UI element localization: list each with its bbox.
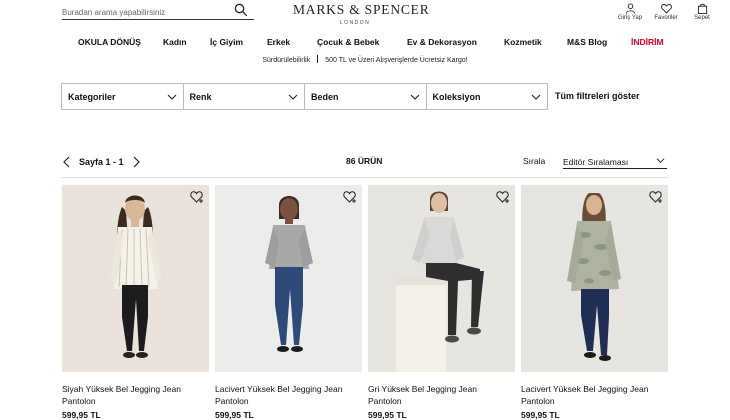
- nav-item-women[interactable]: Kadın: [163, 37, 187, 47]
- product-price: 599,95 TL: [215, 410, 254, 420]
- filter-size[interactable]: Beden: [305, 84, 427, 109]
- product-photo-woman-sitting-on-block: [368, 185, 515, 372]
- login-button[interactable]: Giriş Yap: [612, 3, 648, 21]
- nav-item-kids-baby[interactable]: Çocuk & Bebek: [317, 37, 379, 47]
- promo-sustainability-link[interactable]: Sürdürülebilirlik: [262, 57, 310, 64]
- user-icon: [625, 3, 635, 14]
- sort-select[interactable]: Editör Sıralaması: [563, 152, 667, 169]
- pagination: Sayfa 1 - 1: [62, 155, 141, 169]
- product-name[interactable]: Lacivert Yüksek Bel Jegging Jean Pantolo…: [521, 383, 661, 407]
- promo-divider: [317, 55, 319, 63]
- chevron-right-icon[interactable]: [132, 156, 141, 168]
- chevron-down-icon: [410, 94, 419, 100]
- page-indicator: Sayfa 1 - 1: [79, 157, 124, 167]
- product-image[interactable]: [368, 185, 515, 372]
- filter-label: Beden: [311, 92, 339, 102]
- product-card[interactable]: Gri Yüksek Bel Jegging Jean Pantolon 599…: [368, 185, 515, 420]
- nav-item-sale[interactable]: İNDİRİM: [631, 37, 664, 47]
- filter-bar: Kategoriler Renk Beden Koleksiyon: [61, 83, 548, 110]
- nav-item-home-decor[interactable]: Ev & Dekorasyon: [407, 37, 477, 47]
- show-all-filters-button[interactable]: Tüm filtreleri göster: [555, 91, 640, 101]
- product-count: 86 ÜRÜN: [346, 156, 383, 166]
- nav-item-men[interactable]: Erkek: [267, 37, 290, 47]
- brand-logo[interactable]: MARKS & SPENCER LONDON: [293, 2, 430, 26]
- nav-item-beauty[interactable]: Kozmetik: [504, 37, 542, 47]
- product-card[interactable]: Siyah Yüksek Bel Jegging Jean Pantolon 5…: [62, 185, 209, 420]
- chevron-down-icon: [656, 158, 665, 164]
- logo-text: MARKS & SPENCER: [293, 2, 430, 17]
- nav-item-back-to-school[interactable]: OKULA DÖNÜŞ: [78, 37, 141, 47]
- promo-shipping-text: 500 TL ve Üzeri Alışverişlerde Ücretsiz …: [325, 57, 468, 64]
- login-label: Giriş Yap: [617, 15, 643, 21]
- cart-button[interactable]: Sepet: [684, 3, 720, 21]
- bag-icon: [697, 3, 707, 14]
- product-price: 599,95 TL: [368, 410, 407, 420]
- product-image[interactable]: [215, 185, 362, 372]
- filter-label: Kategoriler: [68, 92, 116, 102]
- promo-bar: Sürdürülebilirlik 500 TL ve Üzeri Alışver…: [0, 55, 730, 64]
- chevron-down-icon: [288, 94, 298, 100]
- header-actions: Giriş Yap Favoriler Sepet: [600, 3, 730, 25]
- search-icon[interactable]: [234, 3, 248, 17]
- filter-label: Koleksiyon: [432, 92, 481, 102]
- product-name[interactable]: Gri Yüksek Bel Jegging Jean Pantolon: [368, 383, 508, 407]
- product-name[interactable]: Lacivert Yüksek Bel Jegging Jean Pantolo…: [215, 383, 355, 407]
- product-card[interactable]: Lacivert Yüksek Bel Jegging Jean Pantolo…: [521, 185, 668, 420]
- heart-icon: [660, 4, 672, 14]
- filter-label: Renk: [189, 92, 212, 102]
- toolbar-divider: [61, 177, 669, 178]
- filter-color[interactable]: Renk: [184, 84, 305, 109]
- search-input[interactable]: [62, 4, 232, 21]
- sort-value: Editör Sıralaması: [563, 157, 629, 167]
- product-price: 599,95 TL: [521, 410, 560, 420]
- nav-item-blog[interactable]: M&S Blog: [567, 37, 607, 47]
- product-name[interactable]: Siyah Yüksek Bel Jegging Jean Pantolon: [62, 383, 202, 407]
- nav-item-lingerie[interactable]: İç Giyim: [210, 37, 243, 47]
- search-bar: [62, 2, 254, 21]
- add-to-favorites-icon[interactable]: [343, 190, 357, 203]
- main-nav: OKULA DÖNÜŞ Kadın İç Giyim Erkek Çocuk &…: [0, 37, 730, 49]
- chevron-left-icon[interactable]: [62, 156, 71, 168]
- product-image[interactable]: [62, 185, 209, 372]
- favorites-label: Favoriler: [654, 15, 678, 21]
- cart-label: Sepet: [694, 15, 710, 21]
- product-photo-woman-striped-shirt: [62, 185, 209, 372]
- product-photo-woman-grey-sweater: [215, 185, 362, 372]
- add-to-favorites-icon[interactable]: [190, 190, 204, 203]
- filter-collection[interactable]: Koleksiyon: [427, 84, 548, 109]
- product-image[interactable]: [521, 185, 668, 372]
- logo-subtitle: LONDON: [339, 20, 371, 26]
- chevron-down-icon: [167, 94, 176, 100]
- filter-categories[interactable]: Kategoriler: [62, 84, 184, 109]
- chevron-down-icon: [531, 94, 541, 100]
- product-card[interactable]: Lacivert Yüksek Bel Jegging Jean Pantolo…: [215, 185, 362, 420]
- product-price: 599,95 TL: [62, 410, 101, 420]
- add-to-favorites-icon[interactable]: [496, 190, 510, 203]
- sort-label: Sırala: [523, 156, 546, 166]
- product-photo-woman-camo-top: [521, 185, 668, 372]
- add-to-favorites-icon[interactable]: [649, 190, 663, 203]
- favorites-button[interactable]: Favoriler: [648, 3, 684, 21]
